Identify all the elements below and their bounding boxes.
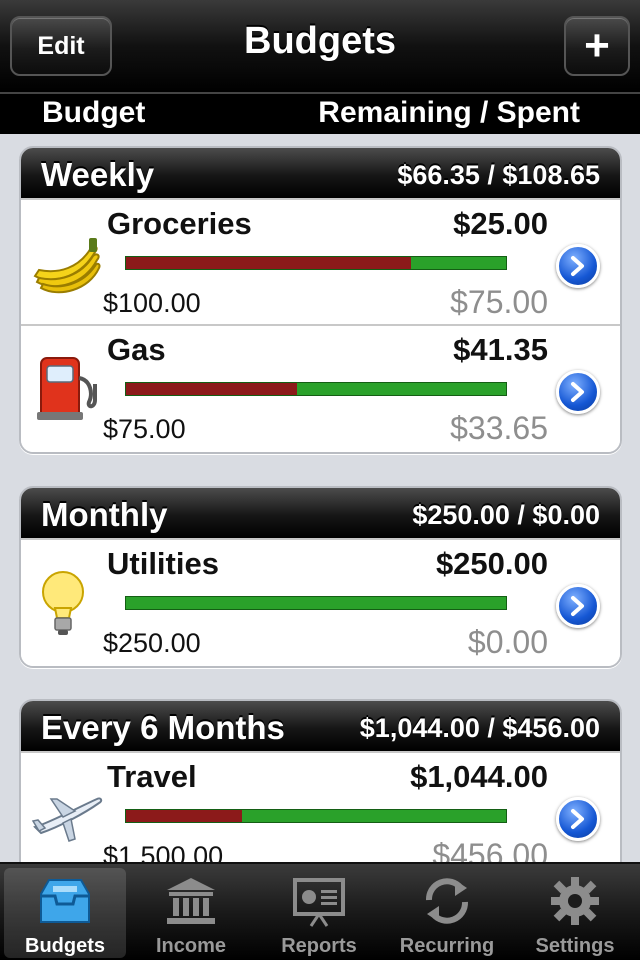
chevron-right-icon bbox=[571, 596, 584, 616]
spent-amount: $33.65 bbox=[450, 410, 548, 446]
bank-icon bbox=[167, 878, 215, 924]
category-name: Groceries bbox=[107, 206, 252, 241]
remaining-amount: $1,044.00 bbox=[410, 759, 548, 794]
page-title: Budgets bbox=[244, 20, 396, 62]
budget-group-weekly: Weekly $66.35 / $108.65 Groceries $25.00… bbox=[19, 146, 622, 454]
add-budget-button[interactable]: + bbox=[564, 16, 630, 76]
navigation-bar: Edit Budgets + bbox=[0, 0, 640, 92]
tab-label: Settings bbox=[535, 935, 615, 957]
group-name: Weekly bbox=[41, 156, 155, 193]
budget-row-groceries[interactable]: Groceries $25.00 $100.00 $75.00 bbox=[21, 200, 620, 326]
category-name: Gas bbox=[107, 332, 166, 367]
budget-amount: $1,500.00 bbox=[103, 841, 224, 862]
tab-label: Recurring bbox=[399, 935, 495, 957]
category-name: Travel bbox=[107, 759, 197, 794]
spent-fill bbox=[126, 383, 297, 395]
remaining-amount: $41.35 bbox=[453, 332, 548, 367]
tab-income[interactable]: Income bbox=[130, 868, 252, 958]
disclosure-button[interactable] bbox=[556, 797, 600, 841]
tab-label: Income bbox=[155, 935, 227, 957]
tab-label: Budgets bbox=[25, 935, 105, 957]
gear-icon bbox=[551, 877, 599, 925]
tab-budgets[interactable]: Budgets bbox=[4, 868, 126, 958]
spent-fill bbox=[126, 810, 242, 822]
budget-list[interactable]: Weekly $66.35 / $108.65 Groceries $25.00… bbox=[0, 134, 640, 862]
refresh-arrows-icon bbox=[426, 878, 468, 924]
presentation-icon bbox=[293, 878, 345, 927]
tab-recurring[interactable]: Recurring bbox=[386, 868, 508, 958]
chevron-right-icon bbox=[571, 256, 584, 276]
gas-pump-icon bbox=[37, 357, 97, 420]
remaining-amount: $250.00 bbox=[435, 546, 548, 581]
progress-bar bbox=[125, 809, 507, 823]
remaining-amount: $25.00 bbox=[453, 206, 548, 241]
progress-bar bbox=[125, 256, 507, 270]
tab-settings[interactable]: Settings bbox=[514, 868, 636, 958]
category-name: Utilities bbox=[107, 546, 219, 581]
group-header: Weekly $66.35 / $108.65 bbox=[21, 148, 620, 200]
spent-fill bbox=[126, 257, 411, 269]
group-name: Monthly bbox=[41, 496, 168, 533]
group-name: Every 6 Months bbox=[41, 709, 285, 746]
spent-amount: $456.00 bbox=[432, 837, 548, 862]
chevron-right-icon bbox=[571, 382, 584, 402]
airplane-icon bbox=[31, 797, 103, 842]
progress-bar bbox=[125, 382, 507, 396]
disclosure-button[interactable] bbox=[556, 584, 600, 628]
budget-amount: $250.00 bbox=[103, 628, 201, 658]
budget-row-travel[interactable]: Travel $1,044.00 $1,500.00 $456.00 bbox=[21, 753, 620, 862]
spent-amount: $75.00 bbox=[450, 284, 548, 320]
tab-label: Reports bbox=[281, 935, 357, 957]
group-totals: $250.00 / $0.00 bbox=[412, 500, 600, 530]
tab-reports[interactable]: Reports bbox=[258, 868, 380, 958]
group-totals: $1,044.00 / $456.00 bbox=[359, 713, 600, 743]
disclosure-button[interactable] bbox=[556, 370, 600, 414]
progress-bar bbox=[125, 596, 507, 610]
chevron-right-icon bbox=[571, 809, 584, 829]
inbox-tray-icon bbox=[40, 879, 90, 923]
budget-row-gas[interactable]: Gas $41.35 $75.00 $33.65 bbox=[21, 326, 620, 452]
spent-amount: $0.00 bbox=[467, 624, 548, 660]
budget-group-monthly: Monthly $250.00 / $0.00 Utilities $250.0… bbox=[19, 486, 622, 668]
group-header: Monthly $250.00 / $0.00 bbox=[21, 488, 620, 540]
budget-amount: $75.00 bbox=[103, 414, 186, 444]
tab-bar: Budgets Income Reports Recurring Setting… bbox=[0, 862, 640, 960]
lightbulb-icon bbox=[42, 571, 84, 635]
budget-column-label: Budget bbox=[42, 96, 146, 129]
group-totals: $66.35 / $108.65 bbox=[397, 160, 600, 190]
budget-group-every-6-months: Every 6 Months $1,044.00 / $456.00 Trave… bbox=[19, 699, 622, 862]
banana-icon bbox=[33, 238, 101, 294]
budget-row-utilities[interactable]: Utilities $250.00 $250.00 $0.00 bbox=[21, 540, 620, 666]
remaining-spent-column-label: Remaining / Spent bbox=[318, 96, 580, 129]
column-header: Budget Remaining / Spent bbox=[0, 92, 640, 134]
budget-amount: $100.00 bbox=[103, 288, 201, 318]
group-header: Every 6 Months $1,044.00 / $456.00 bbox=[21, 701, 620, 753]
disclosure-button[interactable] bbox=[556, 244, 600, 288]
